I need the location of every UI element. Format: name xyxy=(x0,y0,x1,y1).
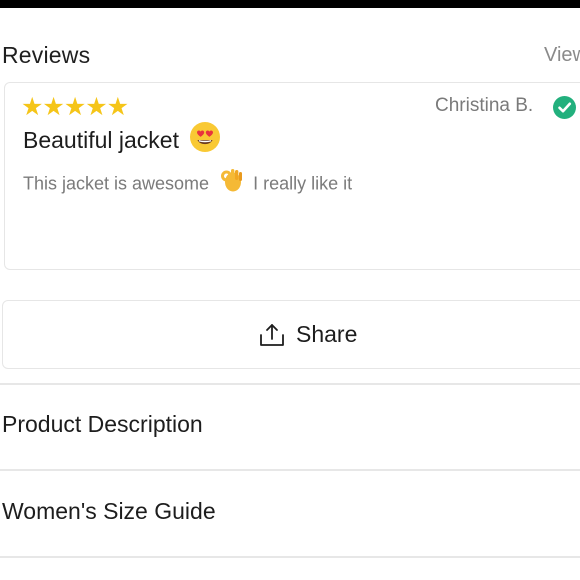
review-body-text-1: This jacket is awesome xyxy=(23,173,210,194)
reviews-header: Reviews View xyxy=(2,40,580,74)
star-rating: ★★★★★ xyxy=(21,93,129,121)
review-title-text: Beautiful jacket xyxy=(23,127,179,154)
share-button[interactable]: Share xyxy=(2,300,580,369)
review-title: Beautiful jacket xyxy=(23,122,221,159)
review-body-text-2: I really like it xyxy=(253,173,353,194)
view-all-reviews-link[interactable]: View xyxy=(544,44,580,67)
heart-eyes-emoji-icon xyxy=(185,122,221,159)
reviews-title: Reviews xyxy=(2,42,91,68)
ok-hand-emoji-icon xyxy=(214,169,248,198)
share-label: Share xyxy=(296,321,358,347)
divider xyxy=(0,383,580,385)
accordion-product-description[interactable]: Product Description xyxy=(2,393,580,453)
top-bar xyxy=(0,0,580,8)
accordion-size-guide[interactable]: Women's Size Guide xyxy=(2,480,580,540)
share-icon xyxy=(259,323,285,347)
reviewer-name: Christina B. xyxy=(435,95,534,116)
review-body: This jacket is awesome I really like it xyxy=(23,169,353,198)
accordion-label: Women's Size Guide xyxy=(2,498,216,524)
divider xyxy=(0,469,580,471)
verified-check-icon xyxy=(553,96,576,119)
accordion-label: Product Description xyxy=(2,411,203,437)
divider xyxy=(0,556,580,558)
review-card: ★★★★★ Christina B. Beautiful jacket This… xyxy=(4,82,580,270)
